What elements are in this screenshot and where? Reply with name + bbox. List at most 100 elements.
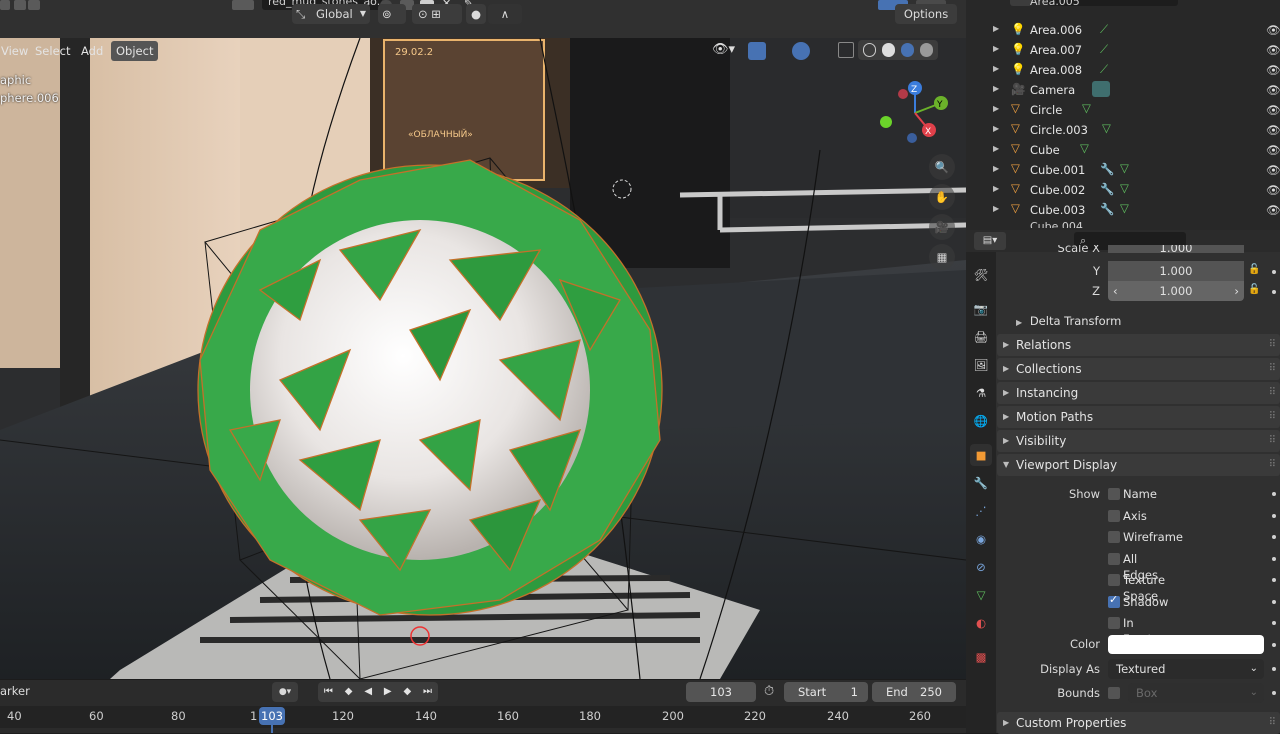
expand-arrow-icon[interactable]: ▶ <box>993 64 999 73</box>
jump-start-icon[interactable]: ⏮ <box>324 682 333 702</box>
keyframe-dot[interactable] <box>1272 691 1276 695</box>
object-menu[interactable]: Object <box>111 41 159 61</box>
light-data-icon[interactable]: ⟋ <box>1100 22 1108 37</box>
drag-handle-icon[interactable]: ⠿ <box>1269 382 1276 404</box>
visibility-eye-icon[interactable]: 👁 <box>1266 143 1280 157</box>
keyframe-dot[interactable] <box>1272 290 1276 294</box>
stopwatch-icon[interactable]: ⏱ <box>764 684 774 699</box>
xray-toggle-icon[interactable] <box>838 42 854 58</box>
visibility-eye-icon[interactable]: 👁 <box>1266 183 1280 197</box>
3d-viewport[interactable]: 29.02.2 «ОБЛАЧНЫЙ» <box>0 38 966 679</box>
proportional-edit-toggle[interactable]: ● <box>466 4 486 24</box>
outliner-row-partial[interactable]: Cube.004 <box>1030 220 1110 228</box>
checkbox-box[interactable] <box>1108 488 1120 500</box>
drag-handle-icon[interactable]: ⠿ <box>1269 430 1276 452</box>
mesh-data-icon[interactable]: ▽ <box>1120 181 1129 195</box>
add-menu[interactable]: Add <box>76 41 108 61</box>
keyframe-dot[interactable] <box>1272 514 1276 518</box>
wrench-icon[interactable]: 🔧 <box>1100 162 1114 176</box>
expand-arrow-icon[interactable]: ▶ <box>993 24 999 33</box>
material-shading-icon[interactable] <box>901 43 915 57</box>
mesh-data-icon[interactable]: ▽ <box>1102 121 1111 135</box>
visibility-eye-icon[interactable]: 👁 <box>1266 23 1280 37</box>
checkbox-box[interactable] <box>1108 553 1120 565</box>
rendered-shading-icon[interactable] <box>920 43 934 57</box>
light-data-icon[interactable]: ⟋ <box>1100 42 1108 57</box>
keyframe-dot[interactable] <box>1272 535 1276 539</box>
current-frame-field[interactable]: 103 <box>686 682 756 702</box>
scene-tab-icon[interactable]: ⚗ <box>970 382 992 404</box>
visibility-eye-icon[interactable]: 👁 <box>1266 83 1280 97</box>
data-tab-icon[interactable]: ▽ <box>970 584 992 606</box>
end-frame-field[interactable]: End 250 <box>872 682 956 702</box>
jump-end-icon[interactable]: ⏭ <box>423 682 432 702</box>
mode-icon-a[interactable] <box>14 0 26 10</box>
object-color-swatch[interactable] <box>1108 635 1264 654</box>
checkbox-box[interactable] <box>1108 510 1120 522</box>
light-data-icon[interactable]: ⟋ <box>1100 62 1108 77</box>
frame-ruler[interactable] <box>0 706 966 728</box>
options-dropdown[interactable]: Options <box>895 4 957 24</box>
mode-icon-b[interactable] <box>28 0 40 10</box>
visibility-eye-icon[interactable]: 👁▾ <box>712 42 735 57</box>
visibility-eye-icon[interactable]: 👁 <box>1266 63 1280 77</box>
wrench-icon[interactable]: 🔧 <box>1100 182 1114 196</box>
outliner-row-camera[interactable]: ▶ 🎥 Camera 👁 <box>966 80 1280 100</box>
pan-hand-icon[interactable]: ✋ <box>929 184 955 210</box>
expand-arrow-icon[interactable]: ▶ <box>993 44 999 53</box>
keyframe-dot[interactable] <box>1272 600 1276 604</box>
material-tab-icon[interactable]: ◐ <box>970 612 992 634</box>
editor-type-icon[interactable] <box>0 0 10 10</box>
solid-shading-icon[interactable] <box>882 43 896 57</box>
checkbox-box[interactable] <box>1108 574 1120 586</box>
mesh-data-icon[interactable]: ▽ <box>1120 161 1129 175</box>
keyframe-dot[interactable] <box>1272 667 1276 671</box>
outliner-row-area-007[interactable]: ▶ 💡 Area.007 ⟋ 👁 <box>966 40 1280 60</box>
bounds-type-dropdown[interactable]: Box ⌄ <box>1128 683 1264 703</box>
visibility-eye-icon[interactable]: 👁 <box>1266 163 1280 177</box>
world-tab-icon[interactable]: 🌐 <box>970 410 992 432</box>
collections-panel-header[interactable]: ▶ Collections ⠿ <box>997 358 1280 380</box>
visibility-eye-icon[interactable]: 👁 <box>1266 43 1280 57</box>
outliner-row-cube-002[interactable]: ▶ ▽ Cube.002 🔧 ▽ 👁 <box>966 180 1280 200</box>
keyframe-dot[interactable] <box>1272 621 1276 625</box>
pivot-point-dropdown[interactable]: ⊚ <box>378 4 406 24</box>
modifier-tab-icon[interactable]: 🔧 <box>970 472 992 494</box>
texture-tab-icon[interactable]: ▩ <box>970 646 992 668</box>
next-keyframe-icon[interactable]: ◆ <box>403 682 411 702</box>
image-browse-icon[interactable] <box>232 0 254 10</box>
decrement-arrow-icon[interactable]: ‹ <box>1113 281 1118 301</box>
snapping-dropdown[interactable]: ⊙ ⊞ <box>412 4 462 24</box>
keying-dot-button[interactable]: ●▾ <box>272 682 298 702</box>
view-menu[interactable]: View <box>0 41 33 61</box>
falloff-dropdown[interactable]: ∧ <box>488 4 522 24</box>
object-tab-icon[interactable]: ■ <box>970 444 992 466</box>
scale-y-field[interactable]: 1.000 <box>1108 261 1244 281</box>
checkbox-box[interactable] <box>1108 617 1120 629</box>
prev-keyframe-icon[interactable]: ◆ <box>345 682 353 702</box>
camera-data-icon[interactable] <box>1092 81 1110 97</box>
constraints-tab-icon[interactable]: ⊘ <box>970 556 992 578</box>
zoom-icon[interactable]: 🔍 <box>929 154 955 180</box>
outliner-row-cube-001[interactable]: ▶ ▽ Cube.001 🔧 ▽ 👁 <box>966 160 1280 180</box>
expand-arrow-icon[interactable]: ▶ <box>993 204 999 213</box>
visibility-eye-icon[interactable]: 👁 <box>1266 103 1280 117</box>
drag-handle-icon[interactable]: ⠿ <box>1269 334 1276 356</box>
bounds-checkbox[interactable] <box>1108 687 1120 699</box>
start-frame-field[interactable]: Start 1 <box>784 682 868 702</box>
instancing-panel-header[interactable]: ▶ Instancing ⠿ <box>997 382 1280 404</box>
viewport-display-panel-header[interactable]: ▼ Viewport Display ⠿ <box>997 454 1280 476</box>
mesh-data-icon[interactable]: ▽ <box>1082 101 1091 115</box>
ortho-grid-icon[interactable]: ▦ <box>929 244 955 270</box>
custom-properties-panel-header[interactable]: ▶ Custom Properties ⠿ <box>997 712 1280 734</box>
relations-panel-header[interactable]: ▶ Relations ⠿ <box>997 334 1280 356</box>
visibility-eye-icon[interactable]: 👁 <box>1266 123 1280 137</box>
outliner-row-area-008[interactable]: ▶ 💡 Area.008 ⟋ 👁 <box>966 60 1280 80</box>
view-layer-tab-icon[interactable]: 🖼 <box>970 354 992 376</box>
visibility-panel-header[interactable]: ▶ Visibility ⠿ <box>997 430 1280 452</box>
checkbox-box-checked[interactable]: ✓ <box>1108 593 1120 608</box>
camera-view-icon[interactable]: 🎥 <box>929 214 955 240</box>
display-as-dropdown[interactable]: Textured ⌄ <box>1108 659 1264 679</box>
expand-arrow-icon[interactable]: ▶ <box>993 84 999 93</box>
expand-arrow-icon[interactable]: ▶ <box>993 144 999 153</box>
